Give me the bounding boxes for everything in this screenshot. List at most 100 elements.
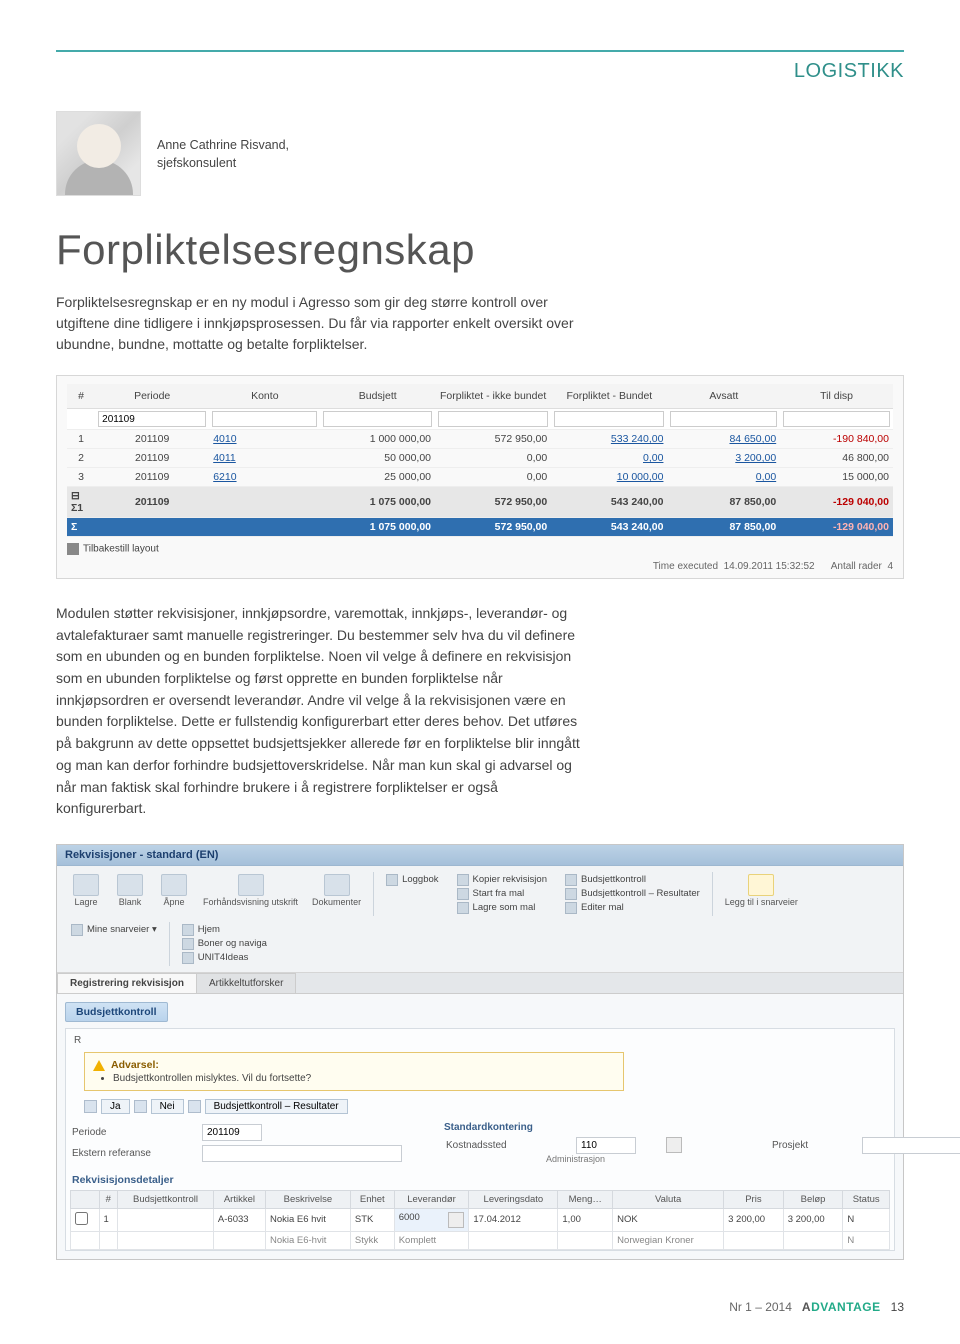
tabs: Registrering rekvisisjon Artikkeltutfors…: [57, 973, 903, 994]
tab-registrering[interactable]: Registrering rekvisisjon: [57, 973, 197, 993]
detail-col[interactable]: Artikkel: [213, 1190, 265, 1208]
alert-message: Budsjettkontrollen mislyktes. Vil du for…: [113, 1073, 615, 1084]
detail-col[interactable]: [71, 1190, 100, 1208]
ekstern-ref-label: Ekstern referanse: [72, 1148, 172, 1159]
prosjekt-label: Prosjekt: [772, 1140, 832, 1151]
table-row[interactable]: 120110940101 000 000,00572 950,00533 240…: [67, 430, 893, 449]
star-icon: [71, 924, 83, 936]
no-button[interactable]: Nei: [151, 1099, 184, 1114]
filter-row: [67, 409, 893, 430]
author-title: sjefskonsulent: [157, 155, 289, 173]
col-num[interactable]: #: [67, 384, 95, 409]
filter-periode[interactable]: [98, 411, 206, 427]
filter-disp[interactable]: [783, 411, 890, 427]
detail-col[interactable]: Leverandør: [394, 1190, 469, 1208]
standardkontering-header: Standardkontering: [444, 1122, 960, 1135]
toolbar-preview-button[interactable]: Forhåndsvisning utskrift: [197, 872, 304, 910]
tool-icon: [386, 874, 398, 886]
table-row[interactable]: 3201109621025 000,000,0010 000,000,0015 …: [67, 468, 893, 487]
detail-col[interactable]: Status: [843, 1190, 890, 1208]
detail-row[interactable]: 1 A-6033 Nokia E6 hvit STK 6000 17.04.20…: [71, 1208, 890, 1231]
detail-col[interactable]: #: [99, 1190, 118, 1208]
alert-header: Advarsel:: [111, 1059, 159, 1071]
detail-col[interactable]: Meng…: [558, 1190, 613, 1208]
filter-bundet[interactable]: [554, 411, 664, 427]
tab-artikkelutforsker[interactable]: Artikkeltutforsker: [196, 973, 296, 993]
row-checkbox[interactable]: [75, 1212, 88, 1225]
detail-col[interactable]: Beløp: [783, 1190, 843, 1208]
subtotal-row: ⊟ Σ12011091 075 000,00572 950,00543 240,…: [67, 487, 893, 518]
reset-layout[interactable]: Tilbakestill layout: [67, 537, 893, 555]
toolbar-link[interactable]: Start fra mal: [457, 888, 547, 900]
toolbar-link[interactable]: Kopier rekvisisjon: [457, 874, 547, 886]
toolbar-link[interactable]: Budsjettkontroll: [565, 874, 700, 886]
filter-ikke[interactable]: [438, 411, 548, 427]
toolbar-link[interactable]: Boner og naviga: [182, 938, 267, 950]
toolbar-link[interactable]: Loggbok: [386, 874, 438, 886]
check-no-icon: [134, 1100, 147, 1113]
ekstern-ref-input[interactable]: [202, 1145, 402, 1162]
col-avsatt[interactable]: Avsatt: [667, 384, 780, 409]
star-icon: [748, 874, 774, 896]
author-photo: [56, 111, 141, 196]
tool-icon: [457, 902, 469, 914]
detail-col[interactable]: Beskrivelse: [265, 1190, 350, 1208]
detail-col[interactable]: Budsjettkontroll: [118, 1190, 214, 1208]
kostnadssted-input[interactable]: [576, 1137, 636, 1154]
toolbar-link[interactable]: Budsjettkontroll – Resultater: [565, 888, 700, 900]
toolbar-docs-button[interactable]: Dokumenter: [306, 872, 367, 910]
panel-r-label: R: [70, 1033, 890, 1048]
issue-label: Nr 1 – 2014: [729, 1300, 792, 1314]
panel-budsjettkontroll[interactable]: Budsjettkontroll: [65, 1002, 168, 1022]
toolbar-link[interactable]: Hjem: [182, 924, 267, 936]
table-row[interactable]: 2201109401150 000,000,000,003 200,0046 8…: [67, 449, 893, 468]
detail-col[interactable]: Pris: [724, 1190, 784, 1208]
col-forpliktet-bundet[interactable]: Forpliktet - Bundet: [551, 384, 667, 409]
col-periode[interactable]: Periode: [95, 384, 209, 409]
yes-button[interactable]: Ja: [101, 1099, 130, 1114]
toolbar-link[interactable]: Lagre som mal: [457, 902, 547, 914]
col-budsjett[interactable]: Budsjett: [320, 384, 435, 409]
article-lead: Forpliktelsesregnskap er en ny modul i A…: [56, 292, 586, 355]
col-konto[interactable]: Konto: [209, 384, 320, 409]
filter-budsjett[interactable]: [323, 411, 432, 427]
toolbar-link[interactable]: UNIT4Ideas: [182, 952, 267, 964]
article-body: Modulen støtter rekvisisjoner, innkjøpso…: [56, 603, 586, 820]
toolbar-link[interactable]: Editer mal: [565, 902, 700, 914]
my-shortcuts-dropdown[interactable]: Mine snarveier ▾: [71, 924, 157, 936]
top-rule: [56, 50, 904, 52]
results-button[interactable]: Budsjettkontroll – Resultater: [205, 1099, 348, 1114]
periode-input[interactable]: [202, 1124, 262, 1141]
rekvisisjonsdetaljer-header: Rekvisisjonsdetaljer: [70, 1168, 890, 1188]
toolbar-open-button[interactable]: Åpne: [153, 872, 195, 910]
toolbar-blank-button[interactable]: Blank: [109, 872, 151, 910]
warning-icon: [93, 1060, 105, 1071]
results-icon: [188, 1100, 201, 1113]
reset-icon: [67, 543, 79, 555]
filter-avsatt[interactable]: [670, 411, 777, 427]
table-header-row: # Periode Konto Budsjett Forpliktet - ik…: [67, 384, 893, 409]
detail-col[interactable]: Valuta: [613, 1190, 724, 1208]
detail-col[interactable]: Enhet: [350, 1190, 394, 1208]
lookup-icon[interactable]: [666, 1137, 682, 1153]
page-number: 13: [891, 1300, 904, 1314]
table-meta: Time executed 14.09.2011 15:32:52 Antall…: [67, 555, 893, 572]
detail-col[interactable]: Leveringsdato: [469, 1190, 558, 1208]
author-block: Anne Cathrine Risvand, sjefskonsulent: [56, 111, 904, 196]
preview-icon: [238, 874, 264, 896]
col-til-disp[interactable]: Til disp: [780, 384, 893, 409]
tool-icon: [457, 888, 469, 900]
blank-icon: [117, 874, 143, 896]
article-title: Forpliktelsesregnskap: [56, 226, 904, 274]
toolbar-save-button[interactable]: Lagre: [65, 872, 107, 910]
tool-icon: [182, 924, 194, 936]
lookup-icon[interactable]: [448, 1212, 464, 1228]
tool-icon: [565, 888, 577, 900]
filter-konto[interactable]: [212, 411, 317, 427]
toolbar-add-shortcut[interactable]: Legg til i snarveier: [719, 872, 804, 910]
tool-icon: [182, 952, 194, 964]
open-icon: [161, 874, 187, 896]
col-forpliktet-ikke[interactable]: Forpliktet - ikke bundet: [435, 384, 551, 409]
prosjekt-input[interactable]: [862, 1137, 960, 1154]
toolbar: LagreBlankÅpneForhåndsvisning utskriftDo…: [57, 866, 903, 973]
